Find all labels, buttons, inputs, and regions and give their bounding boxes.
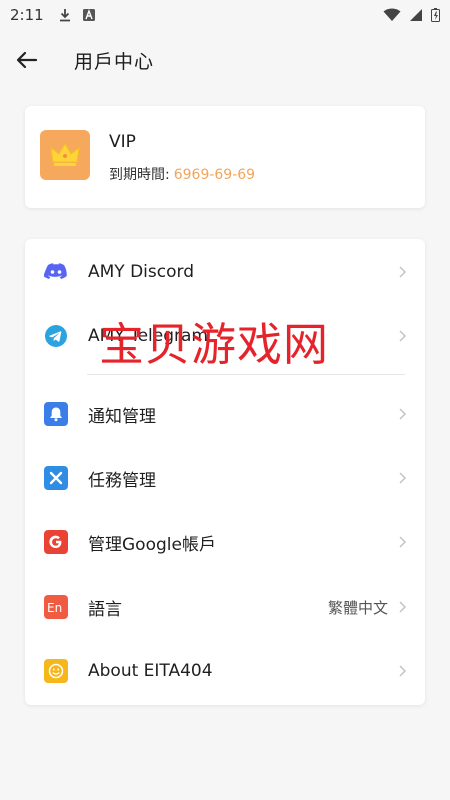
download-icon (59, 9, 70, 22)
svg-text:En: En (47, 601, 62, 614)
app-bar: 用戶中心 (0, 36, 450, 84)
vip-expiry-label: 到期時間: (109, 167, 170, 183)
menu-item-label: 管理Google帳戶 (88, 534, 216, 555)
language-value: 繁體中文 (327, 598, 388, 617)
user-center-screen: 2:11 用戶中心 VIP 到期時間: 6969-69-69 AMY Disco… (0, 0, 450, 800)
smiley-icon (44, 659, 68, 683)
chevron-right-icon (399, 408, 407, 420)
battery-icon (431, 8, 440, 22)
vip-expiry: 到期時間: 6969-69-69 (109, 164, 255, 184)
menu-card: AMY Discord AMY Telegram 通知管理 任務管理 管理Goo… (25, 239, 425, 705)
telegram-icon (44, 324, 68, 348)
arrow-left-icon (16, 51, 38, 69)
bell-icon (44, 402, 68, 426)
menu-item-discord[interactable]: AMY Discord (25, 240, 425, 304)
language-icon: En (44, 595, 68, 619)
menu-item-label: About EITA404 (88, 661, 213, 681)
chevron-right-icon (399, 330, 407, 342)
discord-icon (44, 260, 68, 284)
chevron-right-icon (399, 472, 407, 484)
page-title: 用戶中心 (74, 51, 155, 73)
chevron-right-icon (399, 266, 407, 278)
chevron-right-icon (399, 601, 407, 613)
crown-icon (50, 143, 80, 166)
status-time: 2:11 (10, 6, 44, 24)
a-badge-icon (82, 9, 95, 21)
back-button[interactable] (12, 46, 42, 74)
menu-item-google[interactable]: 管理Google帳戶 (25, 510, 425, 574)
menu-item-label: 通知管理 (88, 406, 156, 427)
google-icon (44, 530, 68, 554)
status-bar: 2:11 (0, 0, 450, 30)
menu-item-label: 任務管理 (88, 470, 156, 491)
vip-expiry-value: 6969-69-69 (173, 167, 256, 183)
status-left-icons (58, 8, 96, 22)
menu-item-label: 語言 (88, 599, 122, 620)
vip-card: VIP 到期時間: 6969-69-69 (25, 106, 425, 208)
menu-item-label: AMY Telegram (88, 326, 208, 346)
menu-item-about[interactable]: About EITA404 (25, 639, 425, 703)
chevron-right-icon (399, 536, 407, 548)
menu-item-tasks[interactable]: 任務管理 (25, 446, 425, 510)
vip-badge (40, 130, 90, 180)
wifi-icon (383, 8, 401, 21)
tools-icon (44, 466, 68, 490)
menu-item-telegram[interactable]: AMY Telegram (25, 304, 425, 368)
menu-item-label: AMY Discord (88, 262, 194, 282)
chevron-right-icon (399, 665, 407, 677)
vip-title: VIP (109, 132, 136, 152)
menu-item-notifications[interactable]: 通知管理 (25, 382, 425, 446)
menu-divider (87, 374, 405, 375)
signal-icon (410, 9, 422, 21)
status-right-icons (383, 8, 440, 22)
menu-item-language[interactable]: En 語言 繁體中文 (25, 575, 425, 639)
